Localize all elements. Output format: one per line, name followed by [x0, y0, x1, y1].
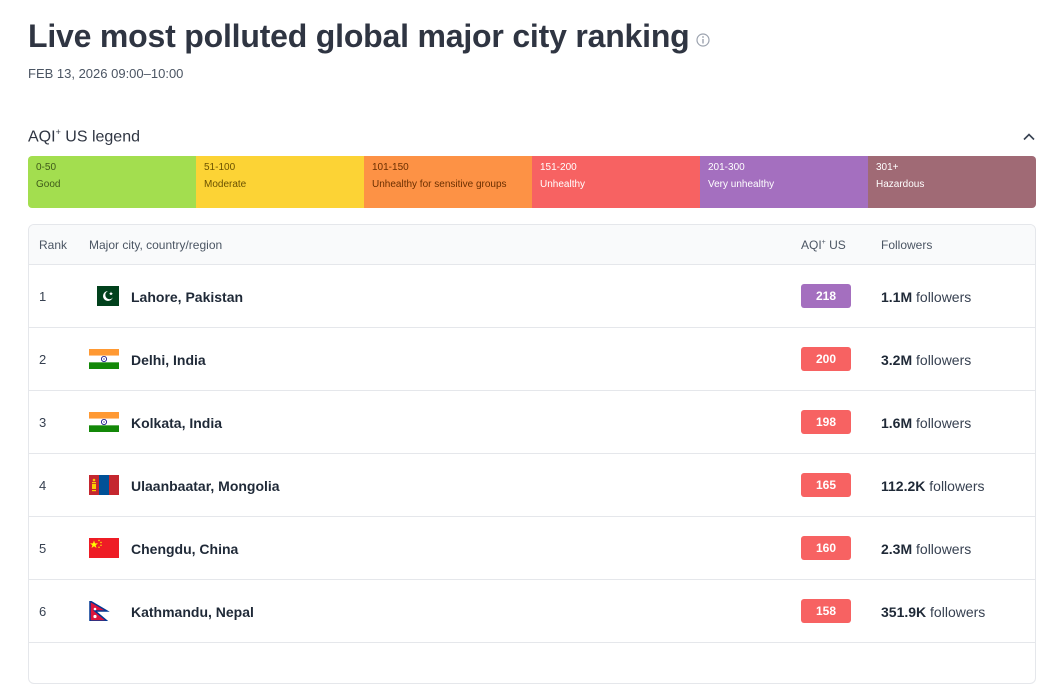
table-body: 1 Lahore, Pakistan 218 1.1M followers 2 Delhi…: [29, 265, 1035, 643]
city-ranking-table: Rank Major city, country/region AQI+ US …: [28, 224, 1036, 684]
header-rank: Rank: [39, 238, 68, 252]
aqi-badge: 198: [801, 410, 851, 434]
rank-cell: 5: [39, 541, 47, 556]
legend-range: 151-200: [540, 162, 577, 173]
page-header: Live most polluted global major city ran…: [28, 18, 710, 55]
legend-label: Very unhealthy: [708, 179, 775, 190]
city-link[interactable]: Lahore, Pakistan: [131, 289, 243, 305]
rank-cell: 2: [39, 352, 47, 367]
city-link[interactable]: Chengdu, China: [131, 541, 238, 557]
table-header: Rank Major city, country/region AQI+ US …: [29, 225, 1035, 265]
city-link[interactable]: Kolkata, India: [131, 415, 222, 431]
info-icon[interactable]: [695, 32, 710, 47]
legend-segment: 151-200 Unhealthy: [532, 156, 700, 208]
india-flag-icon: [89, 349, 119, 369]
rank-cell: 4: [39, 478, 47, 493]
table-row[interactable]: 3 Kolkata, India 198 1.6M followers: [29, 391, 1035, 454]
followers-count: 2.3M followers: [881, 541, 972, 557]
aqi-badge: 165: [801, 473, 851, 497]
city-link[interactable]: Kathmandu, Nepal: [131, 604, 254, 620]
followers-count: 351.9K followers: [881, 604, 986, 620]
rank-cell: 1: [39, 289, 47, 304]
rank-cell: 6: [39, 604, 47, 619]
legend-segment: 0-50 Good: [28, 156, 196, 208]
legend-segment: 101-150 Unhealthy for sensitive groups: [364, 156, 532, 208]
legend-segment: 201-300 Very unhealthy: [700, 156, 868, 208]
legend-label: Good: [36, 179, 61, 190]
legend-range: 201-300: [708, 162, 745, 173]
aqi-badge: 218: [801, 284, 851, 308]
header-city: Major city, country/region: [89, 238, 223, 252]
legend-range: 51-100: [204, 162, 236, 173]
legend-segment: 51-100 Moderate: [196, 156, 364, 208]
legend-label: Hazardous: [876, 179, 925, 190]
followers-count: 3.2M followers: [881, 352, 972, 368]
aqi-legend-bar: 0-50 Good 51-100 Moderate 101-150 Unhealthy f…: [28, 156, 1036, 208]
city-link[interactable]: Delhi, India: [131, 352, 206, 368]
legend-title: AQI+ US legend: [28, 127, 140, 146]
header-aqi: AQI+ US: [801, 238, 846, 252]
table-row[interactable]: 2 Delhi, India 200 3.2M followers: [29, 328, 1035, 391]
timestamp: FEB 13, 2026 09:00–10:00: [28, 66, 184, 81]
table-row[interactable]: 1 Lahore, Pakistan 218 1.1M followers: [29, 265, 1035, 328]
legend-label: Unhealthy: [540, 179, 586, 190]
india-flag-icon: [89, 412, 119, 432]
legend-range: 301+: [876, 162, 899, 173]
aqi-badge: 200: [801, 347, 851, 371]
legend-segment: 301+ Hazardous: [868, 156, 1036, 208]
chevron-up-icon[interactable]: [1022, 130, 1036, 144]
aqi-badge: 160: [801, 536, 851, 560]
china-flag-icon: [89, 538, 119, 558]
aqi-badge: 158: [801, 599, 851, 623]
followers-count: 1.1M followers: [881, 289, 972, 305]
followers-count: 112.2K followers: [881, 478, 985, 494]
legend-header[interactable]: AQI+ US legend: [28, 126, 1036, 148]
table-row[interactable]: 5 Chengdu, China 160 2.3M followers: [29, 517, 1035, 580]
legend-label: Moderate: [204, 179, 247, 190]
city-link[interactable]: Ulaanbaatar, Mongolia: [131, 478, 280, 494]
mongolia-flag-icon: [89, 475, 119, 495]
nepal-flag-icon: [89, 599, 119, 622]
header-followers: Followers: [881, 238, 933, 252]
legend-range: 101-150: [372, 162, 409, 173]
table-row[interactable]: 6 Kathmandu, Nepal 158 351.9K followers: [29, 580, 1035, 643]
legend-label: Unhealthy for sensitive groups: [372, 179, 507, 190]
legend-range: 0-50: [36, 162, 57, 173]
table-row[interactable]: 4 Ulaanbaatar, Mongolia 165 112.2K follower…: [29, 454, 1035, 517]
page-title: Live most polluted global major city ran…: [28, 18, 690, 54]
followers-count: 1.6M followers: [881, 415, 972, 431]
pakistan-flag-icon: [89, 286, 119, 306]
rank-cell: 3: [39, 415, 47, 430]
